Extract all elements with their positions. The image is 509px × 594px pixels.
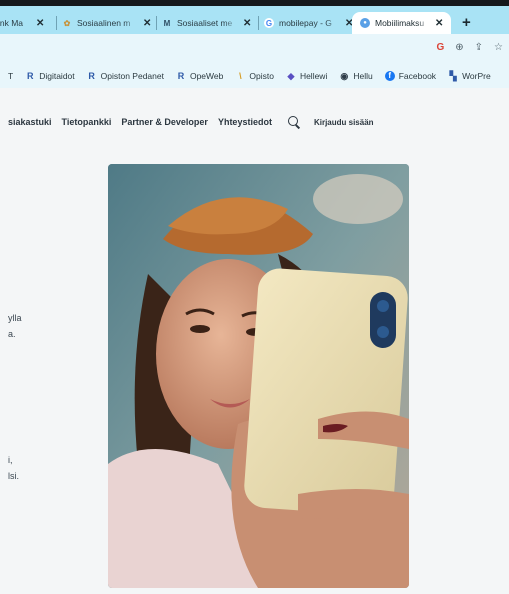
bookmarks-bar: T R Digitaidot R Opiston Pedanet R OpeWe… — [0, 64, 509, 88]
browser-tab-1[interactable]: ink Ma ✕ — [0, 12, 44, 34]
bookmark-hellu[interactable]: ◉ Hellu — [339, 71, 372, 81]
address-bar-row: G ⊕ ⇪ ☆ — [0, 34, 509, 64]
close-icon[interactable]: ✕ — [435, 18, 443, 29]
close-icon[interactable]: ✕ — [143, 18, 151, 29]
tab-label: Sosiaalinen m — [77, 18, 131, 28]
browser-tab-4[interactable]: G mobilepay - G ✕ — [264, 12, 353, 34]
search-icon[interactable] — [287, 116, 300, 128]
hellu-icon: ◉ — [340, 71, 349, 81]
nav-item-yhteystiedot[interactable]: Yhteystiedot — [218, 117, 272, 127]
bookmark-opisto[interactable]: \ Opisto — [235, 71, 274, 81]
body-text-fragment: lsi. — [8, 471, 19, 481]
r-logo-icon: R — [177, 71, 185, 81]
facebook-icon: f — [384, 71, 395, 81]
bookmark-facebook[interactable]: f Facebook — [384, 71, 437, 81]
r-logo-icon: R — [26, 71, 34, 81]
tab-separator — [156, 16, 157, 30]
google-lens-icon[interactable]: G — [436, 42, 444, 53]
tab-label: Mobiilimaksu — [375, 18, 425, 28]
bookmark-wordpress[interactable]: ▚ WorPre — [448, 71, 491, 81]
bookmark-label: Facebook — [398, 71, 437, 81]
bookmark-label: OpeWeb — [189, 71, 224, 81]
nav-item-asiakastuki[interactable]: siakastuki — [8, 117, 52, 127]
close-icon[interactable]: ✕ — [36, 18, 44, 29]
star-icon[interactable]: ☆ — [494, 42, 503, 53]
bookmark-label: Hellewi — [299, 71, 328, 81]
body-text-fragment: a. — [8, 329, 16, 339]
bookmark-opeweb[interactable]: R OpeWeb — [176, 71, 224, 81]
bookmark-label: Digitaidot — [39, 71, 75, 81]
share-icon[interactable]: ⇪ — [475, 42, 483, 53]
login-link[interactable]: Kirjaudu sisään — [314, 118, 374, 127]
bookmark-label: WorPre — [462, 71, 491, 81]
zoom-icon[interactable]: ⊕ — [455, 42, 463, 53]
browser-tab-3[interactable]: M Sosiaaliset me ✕ — [162, 12, 252, 34]
hero-photo — [108, 164, 409, 588]
bookmark-item[interactable]: T — [8, 71, 13, 81]
tab-label: ink Ma — [0, 18, 24, 28]
bookmark-digitaidot[interactable]: R Digitaidot — [25, 71, 75, 81]
bookmark-label: T — [8, 71, 14, 81]
bookmark-label: Opiston Pedanet — [100, 71, 164, 81]
tab-separator — [56, 16, 57, 30]
r-logo-icon: R — [88, 71, 95, 81]
close-icon[interactable]: ✕ — [243, 18, 251, 29]
hellewi-icon: ◆ — [287, 71, 295, 81]
window-top-border — [0, 0, 509, 6]
bookmark-hellewi[interactable]: ◆ Hellewi — [286, 71, 327, 81]
site-icon: ● — [360, 18, 370, 28]
new-tab-button[interactable]: + — [462, 14, 471, 31]
web-page: siakastuki Tietopankki Partner & Develop… — [0, 88, 509, 594]
site-icon: ✿ — [63, 18, 71, 28]
site-navigation: siakastuki Tietopankki Partner & Develop… — [0, 114, 374, 130]
nav-item-tietopankki[interactable]: Tietopankki — [62, 117, 112, 127]
bookmark-label: Hellu — [353, 71, 373, 81]
nav-item-partner-developer[interactable]: Partner & Developer — [121, 117, 208, 127]
wordpress-icon: ▚ — [449, 71, 457, 81]
gmail-icon: M — [163, 18, 171, 28]
address-bar-actions: G ⊕ ⇪ ☆ — [436, 42, 503, 53]
tab-separator — [258, 16, 259, 30]
browser-tab-active[interactable]: ● Mobiilimaksu ✕ — [352, 12, 452, 34]
google-icon: G — [264, 18, 274, 28]
tab-label: Sosiaaliset me — [177, 18, 233, 28]
browser-tab-2[interactable]: ✿ Sosiaalinen m ✕ — [62, 12, 152, 34]
bookmark-opiston-pedanet[interactable]: R Opiston Pedanet — [87, 71, 164, 81]
hero-photo-illustration — [108, 164, 409, 588]
bookmark-label: Opisto — [249, 71, 274, 81]
opisto-icon: \ — [239, 71, 242, 81]
body-text-fragment: i, — [8, 455, 13, 465]
body-text-fragment: ylla — [8, 313, 22, 323]
tab-label: mobilepay - G — [279, 18, 332, 28]
browser-tab-strip: ink Ma ✕ ✿ Sosiaalinen m ✕ M Sosiaaliset… — [0, 0, 509, 34]
